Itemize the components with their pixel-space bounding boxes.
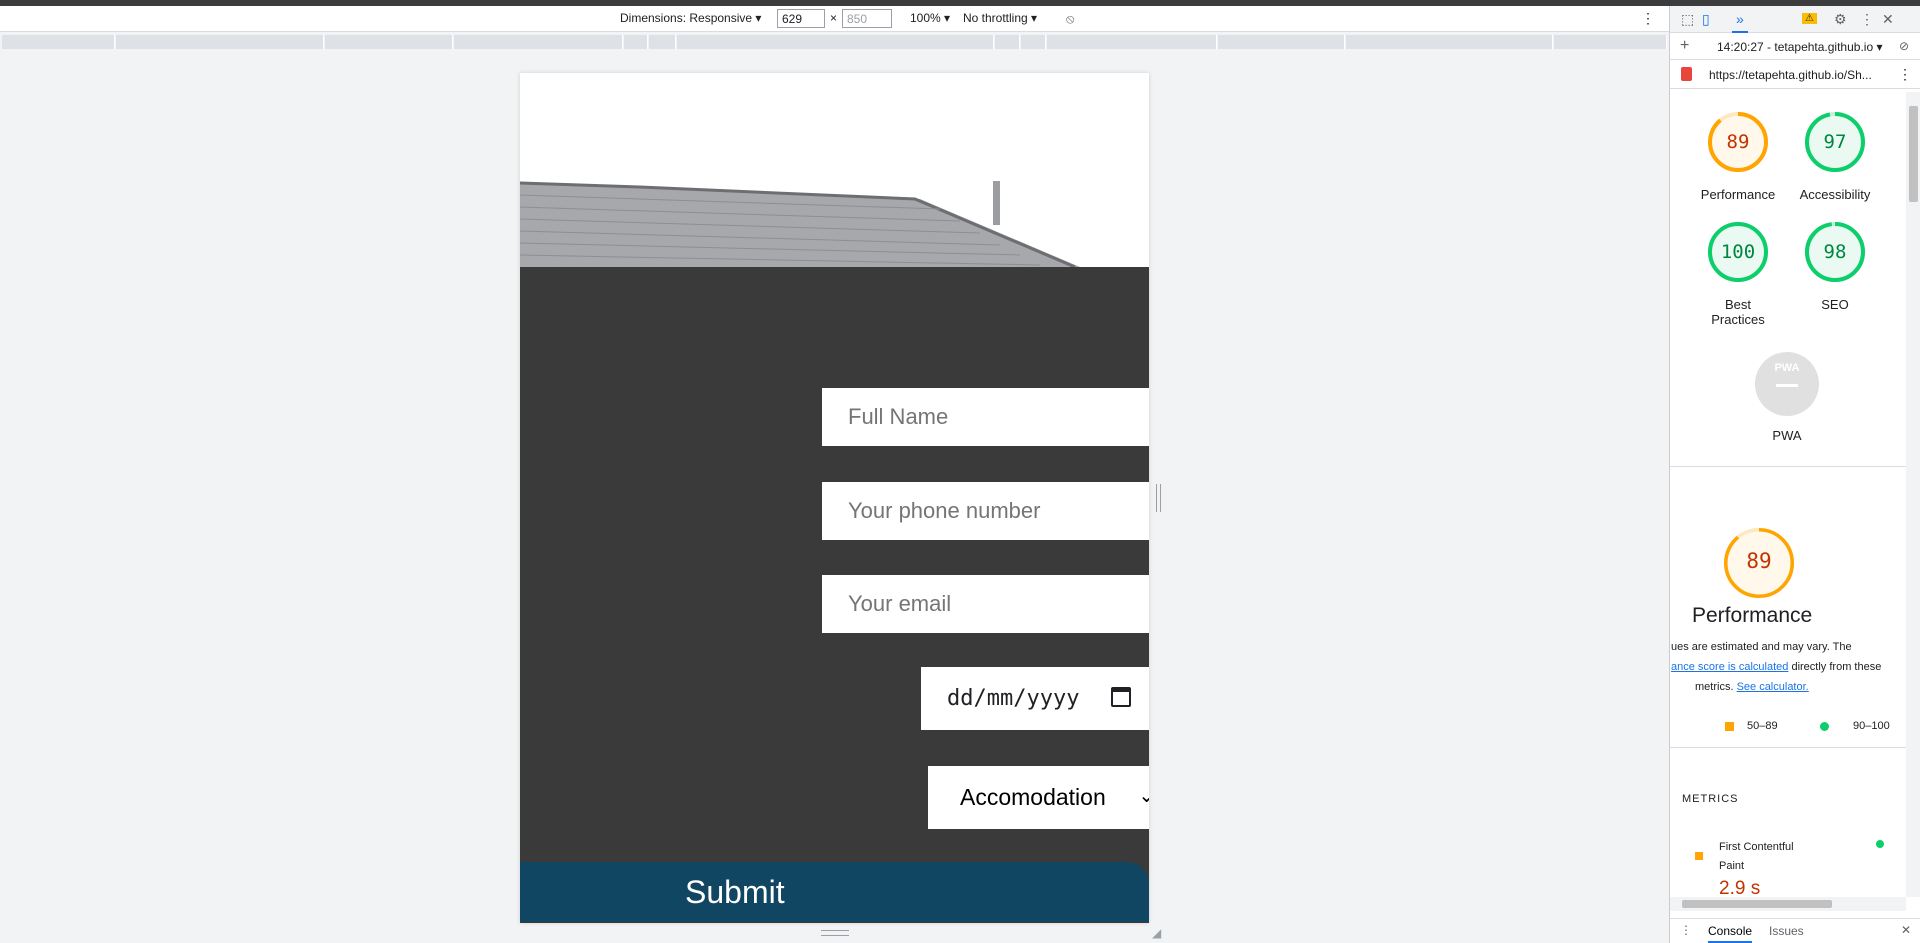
- warning-icon[interactable]: ⚠: [1802, 13, 1817, 24]
- device-toolbar-toggle-icon[interactable]: ▯: [1702, 11, 1710, 28]
- viewport-corner-resize-icon[interactable]: ◢: [1152, 926, 1161, 940]
- accessibility-score: 97: [1823, 131, 1847, 153]
- see-calculator-link[interactable]: See calculator.: [1737, 681, 1809, 693]
- lighthouse-session-bar: + 14:20:27 - tetapehta.github.io ▾ ⊘: [1670, 34, 1920, 60]
- seo-label: SEO: [1821, 297, 1849, 312]
- horizontal-scrollbar[interactable]: [1670, 897, 1906, 911]
- zoom-label: 100%: [910, 11, 941, 25]
- fcp-status-icon: [1695, 852, 1703, 860]
- estimate-note-line3: metrics. See calculator.: [1695, 681, 1809, 693]
- times-sign: ×: [830, 11, 838, 25]
- full-name-input[interactable]: [822, 388, 1149, 446]
- second-metric-status-icon: [1876, 840, 1884, 848]
- drawer-menu-icon[interactable]: ⋮: [1680, 923, 1692, 937]
- legend-average-label: 50–89: [1747, 720, 1778, 732]
- calendar-icon[interactable]: [1111, 687, 1131, 707]
- seo-score: 98: [1823, 241, 1847, 263]
- report-url: https://tetapehta.github.io/Sh...: [1709, 68, 1872, 82]
- viewport-height-input[interactable]: [842, 9, 892, 28]
- best-practices-score: 100: [1720, 241, 1756, 263]
- vertical-scrollbar[interactable]: [1906, 92, 1920, 897]
- rotate-icon[interactable]: ⦸: [1066, 11, 1074, 27]
- throttling-label: No throttling: [963, 11, 1028, 25]
- legend-pass-icon: [1820, 722, 1829, 731]
- close-devtools-icon[interactable]: ✕: [1882, 11, 1894, 28]
- performance-large-score: 89: [1746, 549, 1772, 573]
- more-options-icon[interactable]: ⋮: [1641, 10, 1655, 27]
- clear-reports-icon[interactable]: ⊘: [1899, 39, 1909, 53]
- zoom-dropdown[interactable]: 100% ▾: [910, 11, 950, 25]
- section-divider: [1670, 466, 1906, 467]
- date-placeholder: dd/mm/yyyy: [947, 686, 1080, 711]
- dimensions-label: Dimensions: Responsive: [620, 11, 753, 25]
- performance-label: Performance: [1700, 187, 1776, 202]
- report-url-bar: https://tetapehta.github.io/Sh... ⋮: [1670, 61, 1920, 89]
- submit-label: Submit: [685, 874, 785, 910]
- dimensions-dropdown[interactable]: Dimensions: Responsive ▾: [620, 11, 761, 25]
- lighthouse-logo-icon: [1681, 67, 1692, 81]
- legend-average-icon: [1725, 722, 1734, 731]
- fcp-label: First Contentful Paint: [1719, 841, 1794, 872]
- phone-input[interactable]: [822, 482, 1149, 540]
- settings-gear-icon[interactable]: ⚙: [1834, 11, 1847, 28]
- select-value: Accomodation: [960, 784, 1106, 810]
- pwa-badge-icon[interactable]: PWA: [1755, 352, 1819, 416]
- performance-heading: Performance: [1692, 604, 1813, 627]
- submit-button[interactable]: Submit: [520, 862, 1149, 922]
- devtools-tabbar: ⬚ ▯ » ⚠ ⚙ ⋮ ✕: [1670, 6, 1920, 33]
- inspect-element-icon[interactable]: ⬚: [1681, 11, 1694, 28]
- pwa-label: PWA: [1772, 428, 1802, 443]
- performance-score: 89: [1726, 131, 1750, 153]
- new-report-icon[interactable]: +: [1680, 37, 1689, 55]
- more-tabs-icon[interactable]: »: [1732, 11, 1748, 33]
- report-selector[interactable]: 14:20:27 - tetapehta.github.io ▾: [1717, 40, 1882, 54]
- accessibility-label: Accessibility: [1799, 187, 1871, 202]
- devtools-panel: ⬚ ▯ » ⚠ ⚙ ⋮ ✕ + 14:20:27 - tetapehta.git…: [1669, 6, 1920, 943]
- close-drawer-icon[interactable]: ✕: [1901, 923, 1911, 937]
- metrics-word: metrics.: [1695, 681, 1737, 693]
- report-menu-icon[interactable]: ⋮: [1898, 66, 1912, 83]
- email-input[interactable]: [822, 575, 1149, 633]
- score-calculated-link[interactable]: ance score is calculated: [1671, 661, 1788, 673]
- tab-issues[interactable]: Issues: [1769, 924, 1804, 938]
- hero-image: [520, 73, 1149, 267]
- devtools-drawer-bar: ⋮ Console Issues ✕: [1670, 918, 1920, 943]
- viewport-height-resize-handle[interactable]: [821, 930, 849, 936]
- chevron-down-icon: ⌄: [1138, 785, 1149, 807]
- estimate-note-line2: ance score is calculated directly from t…: [1671, 661, 1881, 673]
- device-toolbar: Dimensions: Responsive ▾ × 100% ▾ No thr…: [0, 6, 1669, 32]
- roof-image: [520, 181, 1080, 267]
- estimate-note-rest: directly from these: [1788, 661, 1882, 673]
- session-time: 14:20:27 - tetapehta.github.io: [1717, 40, 1874, 54]
- best-practices-label: Best Practices: [1711, 297, 1765, 327]
- accommodation-select[interactable]: Accomodation ⌄: [928, 766, 1149, 829]
- media-query-ruler[interactable]: [0, 33, 1669, 50]
- legend-pass-label: 90–100: [1853, 720, 1890, 732]
- throttling-dropdown[interactable]: No throttling ▾: [963, 11, 1037, 25]
- viewport-width-resize-handle[interactable]: [1156, 484, 1161, 512]
- pwa-badge-text: PWA: [1774, 362, 1800, 374]
- section-divider: [1670, 747, 1906, 748]
- viewport-width-input[interactable]: [777, 9, 825, 28]
- contact-form: dd/mm/yyyy Accomodation ⌄: [520, 267, 1149, 923]
- tab-console[interactable]: Console: [1708, 924, 1753, 943]
- metrics-heading: METRICS: [1682, 793, 1739, 805]
- estimate-note: ues are estimated and may vary. The: [1671, 641, 1852, 653]
- customize-menu-icon[interactable]: ⋮: [1860, 11, 1874, 28]
- emulated-viewport: dd/mm/yyyy Accomodation ⌄: [520, 73, 1149, 923]
- date-input[interactable]: dd/mm/yyyy: [921, 667, 1149, 730]
